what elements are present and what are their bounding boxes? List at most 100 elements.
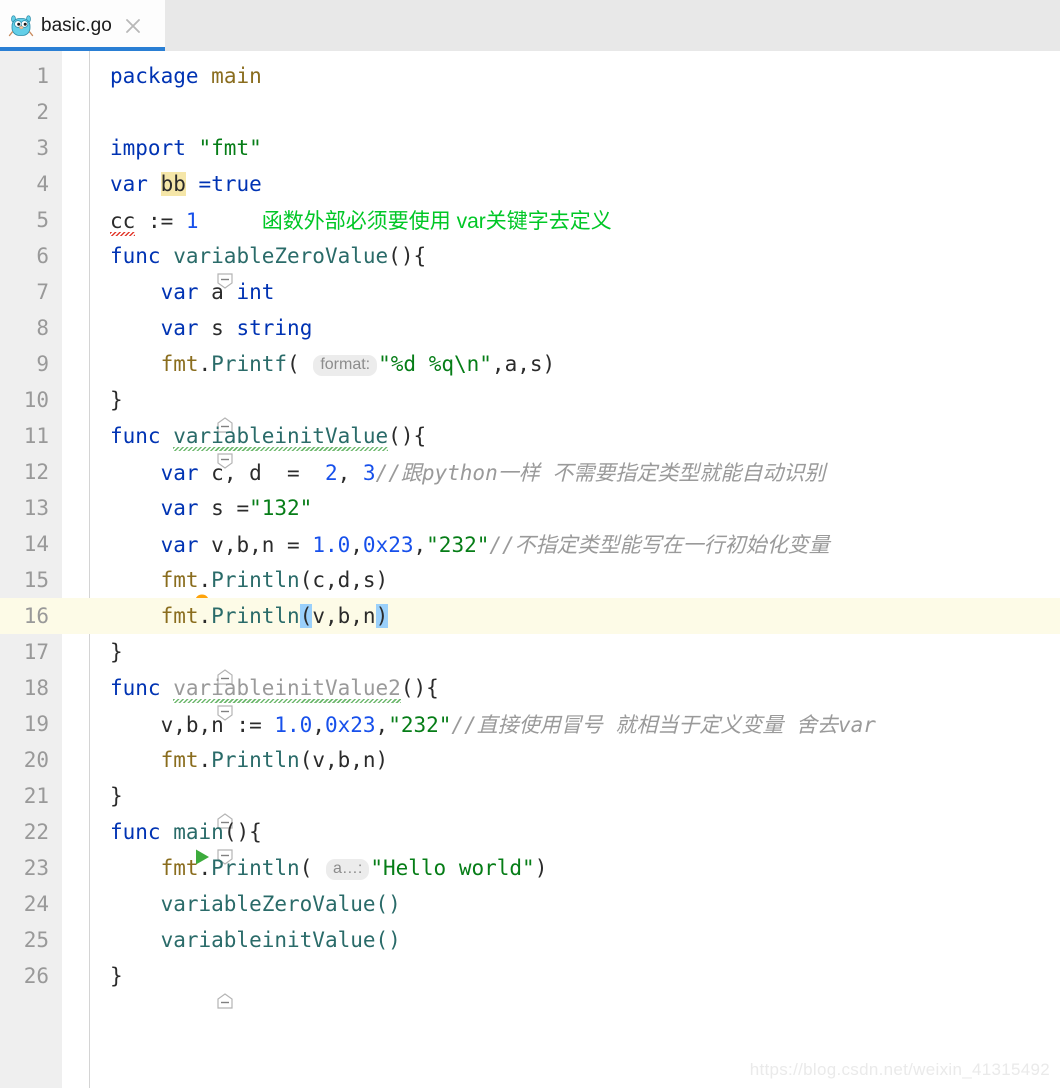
code-line[interactable]: 6 func variableZeroValue(){ [0, 238, 1060, 289]
fold-column[interactable] [90, 634, 234, 685]
token-number-1-0: 1.0 [274, 713, 313, 737]
fold-collapse-icon[interactable] [90, 823, 234, 865]
token-string-132: "132" [249, 496, 313, 520]
annotation-line5: 函数外部必须要使用 var关键字去定义 [261, 210, 612, 233]
fold-column [90, 922, 110, 958]
editor-tab-bar: basic.go [0, 0, 1060, 55]
parameter-hint-a[interactable]: a…: [325, 859, 370, 880]
gutter-marker [62, 58, 90, 94]
line-number: 1 [36, 64, 49, 88]
code-line[interactable]: 21 } [0, 778, 1060, 829]
fold-end-icon[interactable] [90, 967, 234, 1009]
code-line[interactable]: 24 variableZeroValue() [0, 886, 1060, 922]
line-content: } [110, 964, 1060, 988]
code-line[interactable]: 9 fmt.Printf( format: "%d %q\n",a,s) [0, 346, 1060, 382]
gutter-marker[interactable] [62, 814, 210, 865]
code-line[interactable]: 15 fmt.Println(c,d,s) [0, 562, 1060, 614]
token-identifier-bb: bb [160, 172, 186, 196]
code-line[interactable]: 7 var a int [0, 274, 1060, 310]
parameter-hint-format[interactable]: format: [313, 355, 378, 376]
code-line[interactable]: 23 fmt.Println( a…: "Hello world") [0, 850, 1060, 886]
close-icon[interactable] [123, 16, 143, 36]
tab-basic-go[interactable]: basic.go [0, 0, 165, 55]
gutter-marker[interactable] [62, 562, 210, 614]
gutter-marker [62, 958, 90, 994]
fold-column [90, 454, 110, 490]
fold-column [90, 166, 110, 202]
line-number: 11 [23, 424, 49, 448]
comment-line19: //直接使用冒号 就相当于定义变量 舍去var [451, 713, 876, 737]
fold-end-icon[interactable] [90, 391, 234, 433]
code-line[interactable]: 22 func main(){ [0, 814, 1060, 865]
code-line[interactable]: 3 import "fmt" [0, 130, 1060, 166]
fold-column[interactable] [90, 238, 234, 289]
token-op-define: := [135, 209, 186, 233]
fold-column[interactable] [90, 418, 234, 469]
gutter-marker [62, 706, 90, 742]
code-line[interactable]: 17 } [0, 634, 1060, 685]
line-content: variableZeroValue() [110, 892, 1060, 916]
code-line[interactable]: 12 var c, d = 2, 3//跟python一样 不需要指定类型就能自… [0, 454, 1060, 490]
code-line[interactable]: 11 func variableinitValue(){ [0, 418, 1060, 469]
token-package-name: main [211, 64, 262, 88]
fold-column [90, 490, 110, 526]
fold-column [90, 562, 110, 598]
line-number: 16 [23, 604, 49, 628]
watermark: https://blog.csdn.net/weixin_41315492 [749, 1060, 1050, 1079]
token-call-println: Println [211, 748, 300, 772]
line-content: var s string [110, 316, 1060, 340]
run-gutter-icon[interactable] [67, 823, 210, 865]
line-number: 12 [23, 460, 49, 484]
token-number-3: 3 [362, 461, 376, 485]
fold-collapse-icon[interactable] [90, 679, 234, 721]
code-line[interactable]: 20 fmt.Println(v,b,n) [0, 742, 1060, 778]
fold-end-icon[interactable] [90, 787, 234, 829]
code-line[interactable]: 26 } [0, 958, 1060, 1009]
code-line[interactable]: 2 [0, 94, 1060, 130]
code-line[interactable]: 19 v,b,n := 1.0,0x23,"232"//直接使用冒号 就相当于定… [0, 706, 1060, 742]
lightbulb-intention-icon[interactable] [65, 569, 210, 614]
code-line[interactable]: 18 func variableinitValue2(){ [0, 670, 1060, 721]
fold-collapse-icon[interactable] [90, 247, 234, 289]
code-editor[interactable]: 1 package main 2 3 import "fmt" 4 var bb… [0, 51, 1060, 1088]
gutter-marker [62, 274, 90, 310]
line-number: 20 [23, 748, 49, 772]
code-line[interactable]: 5 cc := 1 函数外部必须要使用 var关键字去定义 [0, 202, 1060, 238]
fold-column[interactable] [90, 382, 234, 433]
line-content: v,b,n := 1.0,0x23,"232"//直接使用冒号 就相当于定义变量… [160, 713, 876, 737]
code-line[interactable]: 13 var s ="132" [0, 490, 1060, 526]
bracket-highlight-close: ) [375, 604, 389, 628]
fold-column [90, 202, 110, 238]
go-gopher-icon [8, 13, 34, 39]
line-content: func main(){ [110, 820, 1060, 844]
token-literal-true: =true [198, 172, 262, 196]
bracket-highlight-open: ( [299, 604, 313, 628]
gutter-marker [62, 130, 90, 166]
code-line[interactable]: 10 } [0, 382, 1060, 433]
line-content: func variableinitValue2(){ [110, 676, 1060, 700]
gutter-marker [62, 454, 90, 490]
fold-column[interactable] [90, 670, 234, 721]
token-string-format: "%d %q\n" [378, 352, 492, 376]
code-line[interactable]: 8 var s string [0, 310, 1060, 346]
fold-column[interactable] [90, 958, 234, 1009]
line-content: var v,b,n = 1.0,0x23,"232"//不指定类型能写在一行初始… [160, 533, 830, 557]
fold-column[interactable] [90, 814, 234, 865]
token-package-fmt: fmt [160, 352, 199, 376]
fold-end-icon[interactable] [90, 643, 234, 685]
code-line[interactable]: 4 var bb =true [0, 166, 1060, 202]
code-line[interactable]: 14 var v,b,n = 1.0,0x23,"232"//不指定类型能写在一… [0, 526, 1060, 562]
token-number-2: 2 [324, 461, 338, 485]
fold-collapse-icon[interactable] [90, 427, 234, 469]
line-number: 22 [23, 820, 49, 844]
code-line-current[interactable]: 16 fmt.Println(v,b,n) [0, 598, 1060, 634]
token-call-println: Println [211, 568, 300, 592]
gutter-marker [62, 598, 90, 634]
comment-line14: //不指定类型能写在一行初始化变量 [489, 533, 830, 557]
gutter-marker [62, 742, 90, 778]
fold-column[interactable] [90, 778, 234, 829]
code-line[interactable]: 25 variableinitValue() [0, 922, 1060, 958]
code-line[interactable]: 1 package main [0, 58, 1060, 94]
token-paren: (){ [388, 424, 427, 448]
line-number: 25 [23, 928, 49, 952]
